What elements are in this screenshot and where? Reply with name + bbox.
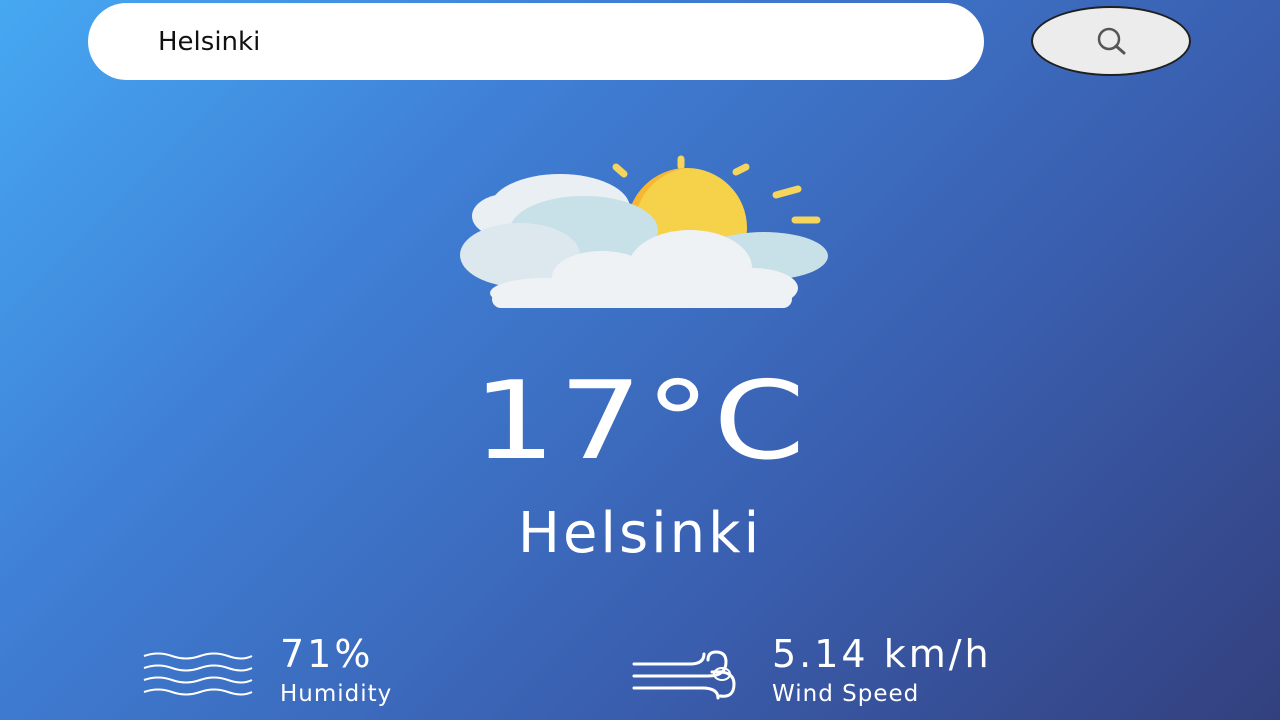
wind-speed-label: Wind Speed (772, 681, 920, 707)
city-name: Helsinki (517, 501, 763, 566)
search-input[interactable] (158, 26, 938, 57)
search-icon (1097, 27, 1126, 55)
humidity-value: 71% (280, 632, 374, 676)
wind-icon (632, 650, 736, 700)
temperature-value: 17°C (472, 359, 808, 484)
partly-cloudy-icon (460, 155, 828, 308)
humidity-label: Humidity (280, 681, 393, 707)
humidity-waves-icon (143, 652, 253, 696)
humidity-panel: 71% Humidity (142, 632, 392, 708)
search-button[interactable] (1031, 6, 1191, 76)
wind-panel: 5.14 km/h Wind Speed (630, 632, 992, 708)
wind-speed-value: 5.14 km/h (772, 632, 992, 676)
search-bar[interactable] (88, 3, 984, 80)
